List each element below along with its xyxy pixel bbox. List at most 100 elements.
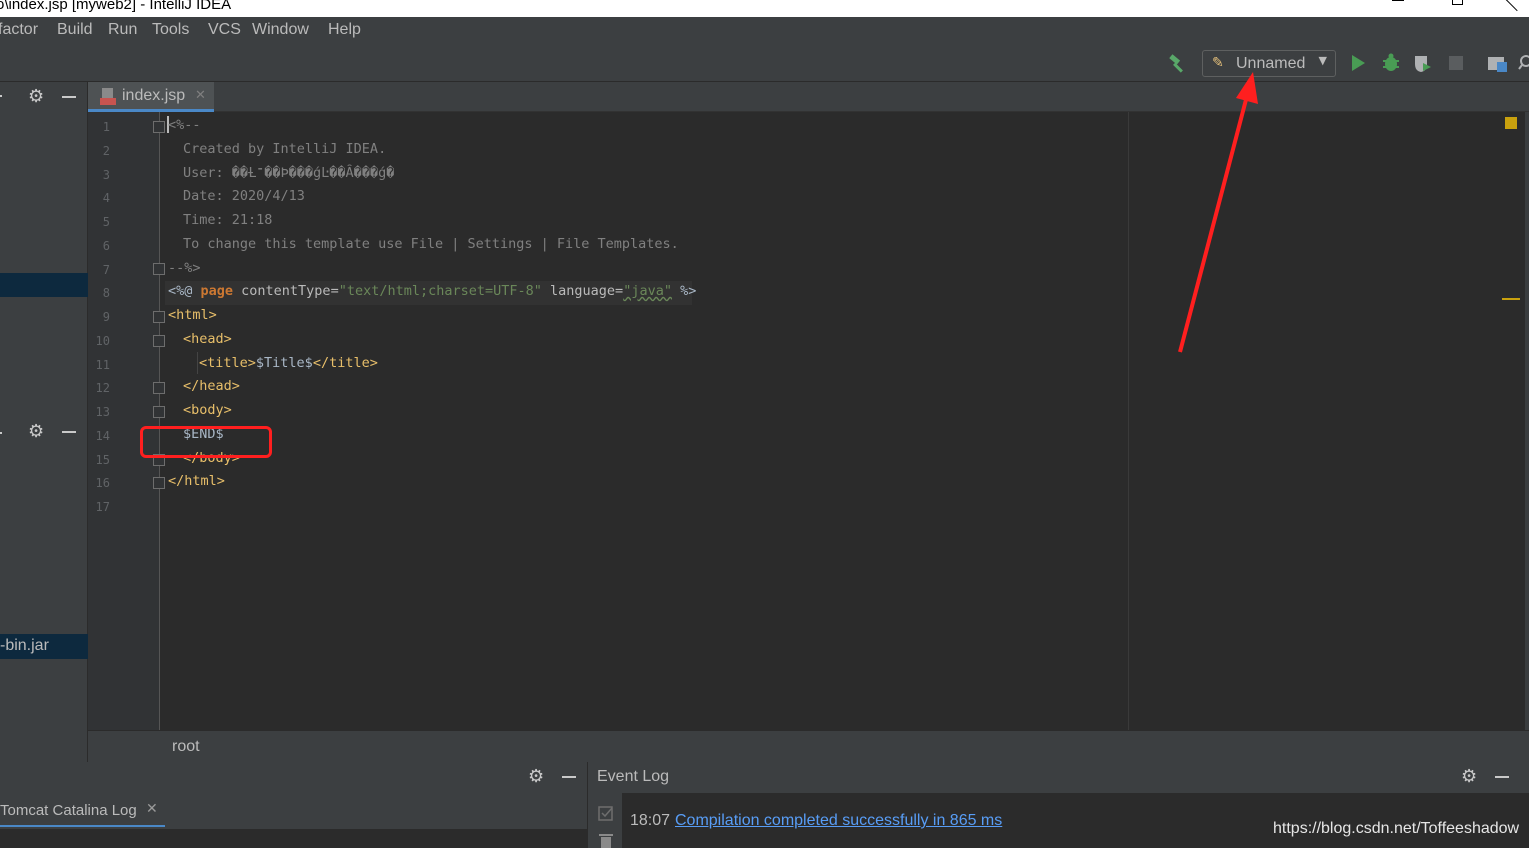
line-number: 13 [95, 405, 110, 419]
selected-tree-row[interactable] [0, 273, 88, 297]
breadcrumb-item[interactable]: root [172, 738, 200, 756]
jar-item-label: -bin.jar [0, 637, 49, 654]
menu-run[interactable]: Run [108, 21, 137, 39]
search-icon[interactable] [1518, 54, 1529, 72]
code-editor[interactable]: 1 2 3 4 5 6 7 8 9 10 11 12 13 14 15 16 1… [88, 112, 1529, 730]
line-number: 8 [102, 286, 110, 300]
event-log-panel: Event Log ⚙ 18:07 Compilation completed … [588, 762, 1529, 848]
tab-tomcat-catalina-log[interactable]: Tomcat Catalina Log ✕ [0, 795, 165, 827]
run-tool-window: ⚙ Tomcat Catalina Log ✕ [0, 762, 588, 848]
menu-tools[interactable]: Tools [152, 21, 189, 39]
line-number: 12 [95, 381, 110, 395]
tree-item-jar[interactable]: -bin.jar [0, 634, 88, 659]
gear-icon[interactable]: ⚙ [528, 766, 544, 787]
hide-panel-icon[interactable] [562, 776, 576, 778]
line-number: 1 [102, 120, 110, 134]
code-line-13: <body> [183, 402, 232, 418]
line-number: 2 [102, 144, 110, 158]
chevron-down-icon: ▼ [1318, 54, 1327, 67]
code-line-6: To change this template use File | Setti… [183, 236, 679, 252]
code-line-3: User: ��Ƚ־��Ϸ���ǵĿ��Ȃ���ǵ� [183, 165, 395, 181]
error-stripe-marker[interactable] [1502, 298, 1520, 300]
hide-panel-icon[interactable] [1495, 776, 1509, 778]
fold-marker-icon[interactable] [153, 263, 165, 275]
tab-index-jsp[interactable]: index.jsp ✕ [88, 82, 214, 112]
maximize-icon[interactable] [1450, 0, 1470, 15]
menu-help[interactable]: Help [328, 21, 361, 39]
code-line-10: <head> [183, 331, 232, 347]
code-line-1: <%-- [168, 117, 201, 133]
menu-build[interactable]: Build [57, 21, 93, 39]
fold-marker-icon[interactable] [153, 406, 165, 418]
project-panel-header: ⚙ [0, 82, 88, 112]
log-message-link[interactable]: Compilation completed successfully in 86… [675, 812, 1002, 830]
hide-panel-icon[interactable] [62, 431, 76, 433]
line-number: 5 [102, 215, 110, 229]
run-icon[interactable] [1350, 54, 1366, 72]
line-number-gutter: 1 2 3 4 5 6 7 8 9 10 11 12 13 14 15 16 1… [88, 112, 160, 730]
code-line-11: <title>$Title$</title> [199, 355, 378, 371]
line-number: 7 [102, 263, 110, 277]
close-tab-icon[interactable]: ✕ [146, 801, 158, 817]
project-structure-icon[interactable] [1487, 55, 1509, 73]
gear-icon[interactable]: ⚙ [28, 86, 44, 107]
gear-icon[interactable]: ⚙ [28, 421, 44, 442]
build-hammer-icon[interactable] [1168, 54, 1188, 74]
fold-marker-icon[interactable] [153, 121, 165, 133]
annotation-highlight-box [140, 426, 272, 458]
run-config-dropdown[interactable]: ✎ Unnamed ▼ [1202, 50, 1336, 77]
fold-marker-icon[interactable] [153, 477, 165, 489]
secondary-panel-header: ⚙ [0, 418, 88, 448]
code-line-4: Date: 2020/4/13 [183, 188, 305, 204]
menu-window[interactable]: Window [252, 21, 309, 39]
jsp-file-icon [100, 88, 116, 105]
fold-marker-icon[interactable] [153, 382, 165, 394]
line-number: 10 [95, 334, 110, 348]
gear-icon[interactable]: ⚙ [1461, 766, 1477, 787]
project-panel: ⚙ ⚙ -bin.jar [0, 82, 88, 762]
code-line-12: </head> [183, 378, 240, 394]
minimize-icon[interactable] [1390, 0, 1410, 15]
line-number: 9 [102, 310, 110, 324]
stop-icon[interactable] [1449, 56, 1463, 70]
collapse-icon[interactable] [0, 95, 2, 97]
log-output [0, 829, 588, 848]
line-number: 11 [95, 358, 110, 372]
code-line-2: Created by IntelliJ IDEA. [183, 141, 387, 157]
event-log-sidebar [588, 793, 623, 848]
code-line-7: --%> [168, 260, 201, 276]
fold-marker-icon[interactable] [153, 311, 165, 323]
line-number: 17 [95, 500, 110, 514]
line-number: 3 [102, 168, 110, 182]
log-timestamp: 18:07 [630, 812, 671, 829]
hide-panel-icon[interactable] [62, 96, 76, 98]
mark-read-icon[interactable] [598, 805, 614, 821]
watermark: https://blog.csdn.net/Toffeeshadow [1273, 820, 1520, 837]
event-log-content: 18:07 Compilation completed successfully… [623, 793, 1529, 848]
main-toolbar: ✎ Unnamed ▼ [0, 45, 1529, 82]
code-line-8: <%@ page contentType="text/html;charset=… [168, 283, 697, 299]
editor-tab-strip: index.jsp ✕ [88, 82, 1529, 112]
indent-guide [197, 352, 198, 374]
line-number: 16 [95, 476, 110, 490]
close-tab-icon[interactable]: ✕ [195, 88, 206, 103]
coverage-icon[interactable] [1413, 54, 1433, 74]
trash-icon[interactable] [598, 834, 614, 848]
menu-vcs[interactable]: VCS [208, 21, 241, 39]
menu-refactor[interactable]: factor [0, 21, 38, 39]
breadcrumb: root [88, 730, 1529, 762]
fold-marker-icon[interactable] [153, 335, 165, 347]
window-title: o\index.jsp [myweb2] - IntelliJ IDEA [0, 0, 232, 13]
collapse-icon[interactable] [0, 432, 2, 434]
warning-marker-icon[interactable] [1505, 117, 1517, 129]
editor-scrollbar[interactable] [1525, 112, 1529, 730]
menu-bar: factor Build Run Tools VCS Window Help [0, 17, 1529, 45]
window-title-bar: o\index.jsp [myweb2] - IntelliJ IDEA [0, 0, 1529, 17]
line-number: 14 [95, 429, 110, 443]
right-margin-guide [1128, 112, 1129, 730]
line-number: 15 [95, 453, 110, 467]
close-window-icon[interactable] [1505, 0, 1525, 15]
code-line-5: Time: 21:18 [183, 212, 273, 228]
code-line-16: </html> [168, 473, 225, 489]
debug-icon[interactable] [1381, 53, 1401, 73]
